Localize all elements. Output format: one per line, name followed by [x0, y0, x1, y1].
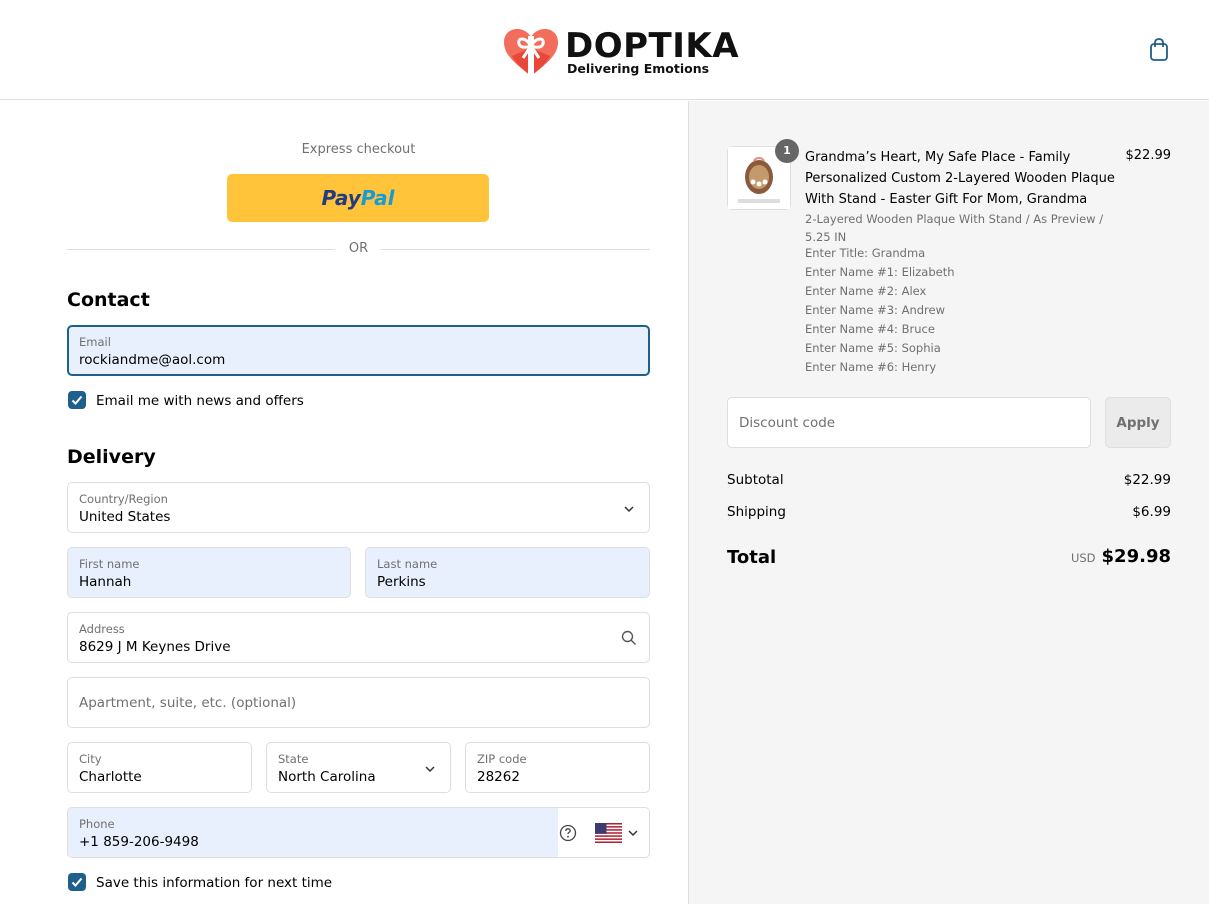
last-name-label: Last name — [377, 557, 438, 571]
product-properties: Enter Title: Grandma Enter Name #1: Eliz… — [805, 244, 1105, 377]
chevron-down-icon — [628, 830, 638, 837]
paypal-button[interactable]: PayPal — [227, 174, 489, 222]
delivery-heading: Delivery — [67, 446, 156, 468]
product-property: Enter Name #5: Sophia — [805, 341, 941, 355]
email-value: rockiandme@aol.com — [79, 352, 226, 368]
total-value-group: USD $29.98 — [1000, 546, 1171, 567]
last-name-field[interactable]: Last name Perkins — [365, 547, 650, 598]
apartment-placeholder: Apartment, suite, etc. (optional) — [79, 695, 297, 711]
phone-label: Phone — [79, 817, 115, 831]
product-property: Enter Name #1: Elizabeth — [805, 265, 955, 279]
newsletter-label: Email me with news and offers — [96, 393, 304, 409]
brand-name: DOPTIKA — [565, 26, 740, 66]
address-field[interactable]: Address 8629 J M Keynes Drive — [67, 612, 650, 663]
first-name-label: First name — [79, 557, 140, 571]
product-property: Enter Title: Grandma — [805, 246, 926, 260]
subtotal-value: $22.99 — [1123, 472, 1171, 488]
product-title: Grandma’s Heart, My Safe Place - Family … — [805, 150, 1115, 207]
city-field[interactable]: City Charlotte — [67, 742, 252, 793]
country-select[interactable]: Country/Region United States — [67, 482, 650, 533]
email-label: Email — [79, 335, 111, 349]
address-label: Address — [79, 622, 125, 636]
header: DOPTIKA Delivering Emotions — [0, 0, 1209, 100]
paypal-logo: PayPal — [321, 186, 395, 210]
contact-heading: Contact — [67, 289, 150, 311]
help-circle-icon[interactable] — [559, 824, 577, 842]
shopping-bag-icon — [1150, 38, 1168, 61]
heart-gift-logo-icon — [504, 29, 558, 76]
phone-value: +1 859-206-9498 — [79, 834, 199, 850]
us-flag-icon — [595, 823, 622, 843]
subtotal-label: Subtotal — [727, 472, 784, 488]
total-label: Total — [727, 547, 777, 568]
apartment-field[interactable]: Apartment, suite, etc. (optional) — [67, 677, 650, 728]
first-name-value: Hannah — [79, 574, 132, 590]
search-icon[interactable] — [621, 630, 637, 646]
discount-placeholder: Discount code — [739, 415, 836, 431]
or-divider: OR — [67, 241, 650, 259]
email-field[interactable]: Email rockiandme@aol.com — [67, 325, 650, 376]
or-text: OR — [348, 241, 369, 256]
state-select[interactable]: State North Carolina — [266, 742, 451, 793]
brand-tagline: Delivering Emotions — [567, 61, 710, 76]
state-value: North Carolina — [278, 769, 376, 785]
product-property: Enter Name #4: Bruce — [805, 322, 935, 336]
shipping-value: $6.99 — [1132, 504, 1171, 520]
country-label: Country/Region — [79, 492, 168, 506]
product-price: $22.99 — [1125, 148, 1172, 163]
phone-field[interactable]: Phone +1 859-206-9498 — [67, 807, 650, 858]
product-property: Enter Name #2: Alex — [805, 284, 927, 298]
checkmark-icon — [71, 395, 83, 405]
express-checkout-label: Express checkout — [301, 142, 416, 157]
zip-label: ZIP code — [477, 752, 527, 766]
product-variant: 2-Layered Wooden Plaque With Stand / As … — [805, 212, 1104, 244]
save-info-checkbox[interactable] — [68, 873, 86, 891]
total-amount: $29.98 — [1101, 546, 1171, 567]
chevron-down-icon — [425, 766, 435, 773]
product-property: Enter Name #6: Henry — [805, 360, 937, 374]
address-value: 8629 J M Keynes Drive — [79, 639, 231, 655]
quantity-badge: 1 — [775, 139, 799, 163]
first-name-field[interactable]: First name Hannah — [67, 547, 351, 598]
discount-code-input[interactable]: Discount code — [727, 397, 1091, 448]
save-info-label: Save this information for next time — [96, 875, 333, 891]
last-name-value: Perkins — [377, 574, 426, 590]
chevron-down-icon — [624, 506, 634, 513]
total-currency: USD — [1070, 551, 1096, 565]
state-label: State — [278, 752, 309, 766]
newsletter-checkbox[interactable] — [68, 391, 86, 409]
country-code-select[interactable] — [595, 823, 641, 845]
cart-button[interactable] — [1146, 36, 1172, 64]
city-label: City — [79, 752, 102, 766]
zip-value: 28262 — [477, 769, 520, 785]
product-property: Enter Name #3: Andrew — [805, 303, 945, 317]
apply-discount-button[interactable]: Apply — [1105, 397, 1171, 448]
city-value: Charlotte — [79, 769, 142, 785]
brand-logo[interactable]: DOPTIKA Delivering Emotions — [503, 26, 743, 80]
country-value: United States — [79, 509, 171, 525]
checkmark-icon — [71, 877, 83, 887]
shipping-label: Shipping — [727, 504, 786, 520]
zip-field[interactable]: ZIP code 28262 — [465, 742, 650, 793]
